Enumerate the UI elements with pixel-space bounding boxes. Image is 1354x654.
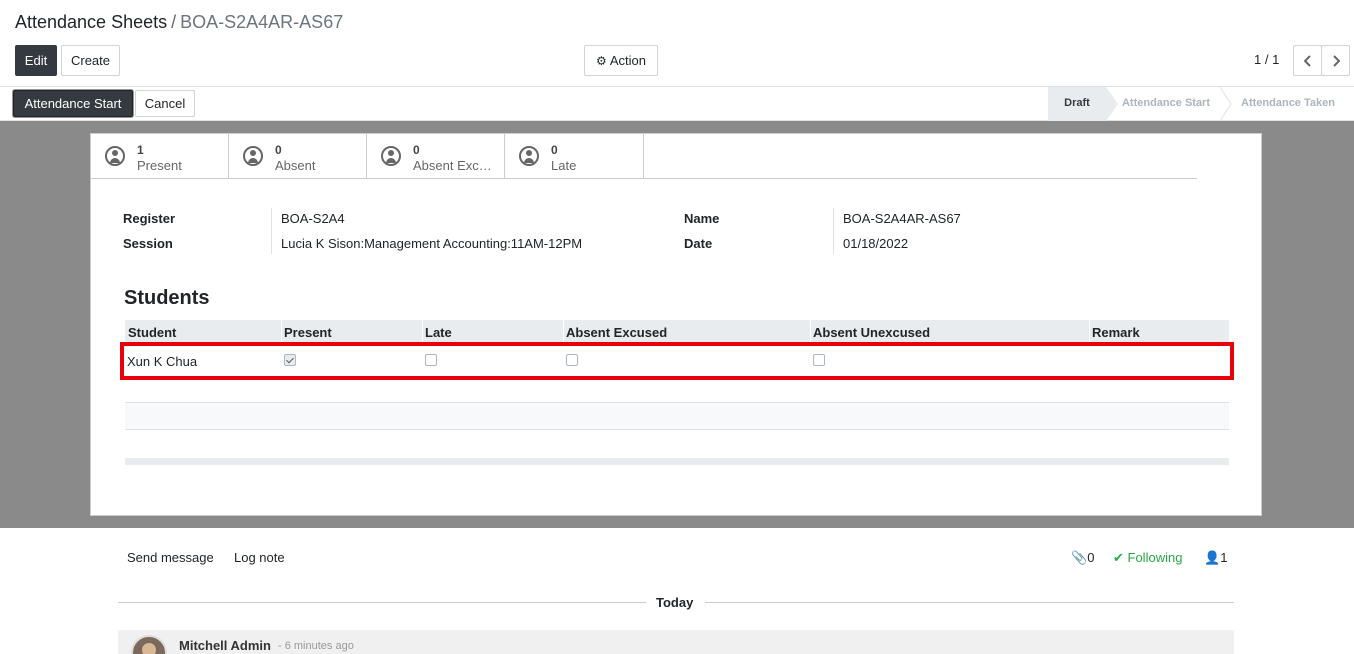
column-header-remark[interactable]: Remark xyxy=(1092,325,1140,340)
column-header-student[interactable]: Student xyxy=(128,325,176,340)
message-author[interactable]: Mitchell Admin xyxy=(179,638,271,653)
check-icon: ✔ xyxy=(1113,550,1128,565)
message-timestamp: - 6 minutes ago xyxy=(278,640,354,652)
pager-previous-button[interactable] xyxy=(1293,45,1322,76)
chevron-left-icon xyxy=(1303,54,1311,67)
column-header-absent-excused[interactable]: Absent Excused xyxy=(566,325,667,340)
students-heading: Students xyxy=(124,287,210,309)
user-circle-icon xyxy=(243,146,263,166)
column-separator xyxy=(810,320,811,342)
stat-count: 0 xyxy=(413,143,420,157)
user-circle-icon xyxy=(105,146,125,166)
attachments-count: 0 xyxy=(1087,550,1095,565)
edit-button[interactable]: Edit xyxy=(15,45,57,76)
following-label: Following xyxy=(1127,550,1183,565)
send-message-button[interactable]: Send message xyxy=(127,550,214,565)
chevron-right-icon xyxy=(1332,54,1340,67)
register-label: Register xyxy=(123,211,176,226)
stat-label: Absent xyxy=(275,158,316,173)
stat-divider xyxy=(91,178,1197,179)
stat-button-present[interactable]: 1 Present xyxy=(91,134,229,178)
message-item: Mitchell Admin - 6 minutes ago xyxy=(118,630,1234,654)
cancel-button[interactable]: Cancel xyxy=(135,90,195,117)
stat-label: Present xyxy=(137,158,182,173)
action-button[interactable]: ⚙ Action xyxy=(584,45,658,76)
column-separator xyxy=(1089,320,1090,342)
date-separator-line xyxy=(705,602,1234,603)
stage-draft: Draft xyxy=(1048,87,1118,121)
followers-button[interactable]: 👤1 xyxy=(1204,550,1227,566)
breadcrumb-current: BOA-S2A4AR-AS67 xyxy=(180,12,344,32)
field-separator xyxy=(833,208,834,254)
breadcrumb: Attendance Sheets / BOA-S2A4AR-AS67 xyxy=(15,12,343,33)
stat-button-absent-excused[interactable]: 0 Absent Exc… xyxy=(367,134,505,178)
stat-count: 0 xyxy=(275,143,282,157)
name-value: BOA-S2A4AR-AS67 xyxy=(843,211,961,226)
column-header-absent-unexcused[interactable]: Absent Unexcused xyxy=(813,325,930,340)
date-separator-line xyxy=(118,602,646,603)
stat-button-absent[interactable]: 0 Absent xyxy=(229,134,367,178)
stat-label: Absent Exc… xyxy=(413,158,492,173)
stage-arrow-icon xyxy=(1220,87,1232,121)
stat-label: Late xyxy=(551,158,577,173)
highlight-box xyxy=(120,342,1234,380)
column-separator xyxy=(281,320,282,342)
stage-attendance-taken[interactable]: Attendance Taken xyxy=(1232,87,1344,121)
attendance-start-button[interactable]: Attendance Start xyxy=(13,90,133,117)
field-separator xyxy=(271,208,272,254)
column-separator xyxy=(563,320,564,342)
session-label: Session xyxy=(123,236,173,251)
column-header-late[interactable]: Late xyxy=(425,325,452,340)
column-header-present[interactable]: Present xyxy=(284,325,332,340)
breadcrumb-parent[interactable]: Attendance Sheets xyxy=(15,12,167,32)
date-separator-label: Today xyxy=(656,595,694,610)
column-separator xyxy=(422,320,423,342)
pager-value[interactable]: 1 / 1 xyxy=(1254,52,1279,67)
gear-icon: ⚙ xyxy=(596,54,607,68)
stat-button-late[interactable]: 0 Late xyxy=(505,134,644,178)
date-value: 01/18/2022 xyxy=(843,236,909,251)
followers-count: 1 xyxy=(1220,550,1228,565)
paperclip-icon: 📎 xyxy=(1071,550,1088,565)
following-button[interactable]: ✔ Following xyxy=(1113,550,1182,566)
avatar[interactable] xyxy=(131,635,167,654)
table-empty-row xyxy=(125,402,1229,430)
create-button[interactable]: Create xyxy=(61,45,120,76)
stat-count: 1 xyxy=(137,143,144,157)
statusbar: Attendance Start Cancel Draft Attendance… xyxy=(0,87,1354,121)
stage-attendance-start[interactable]: Attendance Start xyxy=(1112,87,1220,121)
students-table-header: Student Present Late Absent Excused Abse… xyxy=(125,320,1229,342)
user-circle-icon xyxy=(519,146,539,166)
breadcrumb-separator: / xyxy=(171,12,177,32)
table-footer xyxy=(125,458,1229,465)
date-label: Date xyxy=(684,236,713,251)
register-value[interactable]: BOA-S2A4 xyxy=(281,211,345,226)
attachments-button[interactable]: 📎0 xyxy=(1071,550,1094,566)
pager-next-button[interactable] xyxy=(1321,45,1350,76)
action-label: Action xyxy=(609,53,646,68)
user-icon: 👤 xyxy=(1204,550,1221,565)
log-note-button[interactable]: Log note xyxy=(234,550,285,565)
user-circle-icon xyxy=(381,146,401,166)
session-value[interactable]: Lucia K Sison:Management Accounting:11AM… xyxy=(281,236,582,251)
stat-count: 0 xyxy=(551,143,558,157)
form-sheet: 1 Present 0 Absent 0 Absent Exc… 0 Late … xyxy=(90,133,1262,516)
name-label: Name xyxy=(684,211,720,226)
